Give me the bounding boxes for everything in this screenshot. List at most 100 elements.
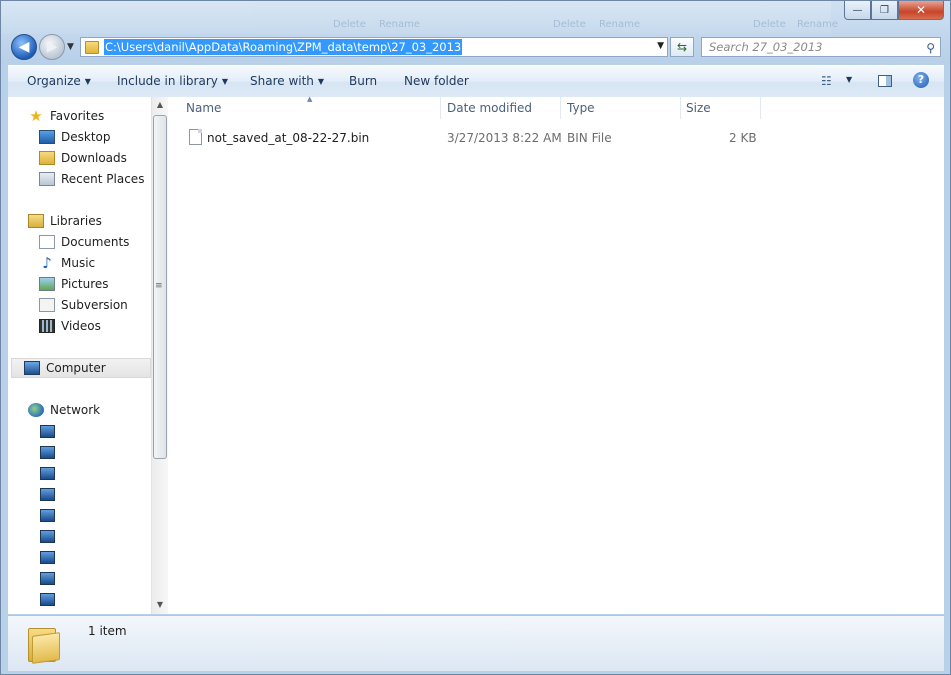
content-area: ★ Favorites Desktop Downloads Recent Plac…: [8, 95, 944, 614]
network-computer-icon[interactable]: [40, 488, 55, 501]
help-icon[interactable]: ?: [913, 72, 929, 88]
network-computer-icon[interactable]: [40, 530, 55, 543]
scroll-down-icon[interactable]: ▼: [152, 597, 168, 613]
libraries-icon: [28, 214, 44, 228]
sidebar-item-label: Music: [61, 256, 96, 270]
caption-buttons: — ❐ ✕: [844, 1, 944, 20]
desktop-icon: [39, 130, 55, 144]
sidebar-item-libraries[interactable]: Libraries: [28, 211, 102, 231]
column-divider[interactable]: [680, 97, 681, 119]
item-count: 1 item: [88, 624, 127, 638]
network-computer-icon[interactable]: [40, 446, 55, 459]
share-with-button[interactable]: Share with ▼: [250, 74, 324, 88]
column-header-date-modified[interactable]: Date modified: [447, 101, 532, 115]
share-with-label: Share with: [250, 74, 314, 88]
ghost-label: Delete: [753, 19, 786, 30]
close-button[interactable]: ✕: [898, 1, 944, 20]
column-divider[interactable]: [760, 97, 761, 119]
ghost-label: Rename: [599, 19, 641, 30]
sidebar-item-computer[interactable]: Computer: [11, 358, 151, 378]
organize-button[interactable]: Organize ▼: [27, 74, 91, 88]
search-input[interactable]: Search 27_03_2013 ⚲: [701, 37, 941, 57]
sidebar-item-label: Pictures: [61, 277, 109, 291]
network-computer-icon[interactable]: [40, 509, 55, 522]
file-row[interactable]: not_saved_at_08-22-27.bin 3/27/2013 8:22…: [168, 127, 768, 149]
folder-icon: [85, 40, 99, 54]
sidebar-item-downloads[interactable]: Downloads: [39, 148, 127, 168]
address-bar[interactable]: C:\Users\danil\AppData\Roaming\ZPM_data\…: [80, 37, 668, 57]
network-computer-icon[interactable]: [40, 551, 55, 564]
videos-icon: [39, 319, 55, 333]
sidebar-item-label: Favorites: [50, 109, 105, 123]
sidebar-item-subversion[interactable]: Subversion: [39, 295, 128, 315]
network-computer-icon[interactable]: [40, 467, 55, 480]
new-folder-button[interactable]: New folder: [404, 74, 469, 88]
maximize-button[interactable]: ❐: [871, 1, 898, 20]
sidebar-item-label: Documents: [61, 235, 130, 249]
include-in-library-button[interactable]: Include in library ▼: [117, 74, 228, 88]
forward-arrow-icon: ▶: [46, 39, 58, 55]
file-icon: [189, 129, 202, 145]
sidebar-item-videos[interactable]: Videos: [39, 316, 101, 336]
file-type: BIN File: [567, 131, 612, 145]
column-divider[interactable]: [440, 97, 441, 119]
sidebar-item-pictures[interactable]: Pictures: [39, 274, 109, 294]
search-icon[interactable]: ⚲: [926, 39, 935, 57]
sidebar-item-favorites[interactable]: ★ Favorites: [28, 106, 104, 126]
ghost-label: Delete: [553, 19, 586, 30]
sidebar-item-label: Subversion: [61, 298, 128, 312]
sidebar-item-music[interactable]: ♪ Music: [39, 253, 95, 273]
chevron-down-icon: ▼: [221, 77, 229, 86]
music-note-icon: ♪: [42, 254, 52, 272]
navigation-pane-scrollbar[interactable]: ▲ ≡ ▼: [151, 97, 168, 614]
navigation-pane: ★ Favorites Desktop Downloads Recent Plac…: [8, 97, 151, 614]
downloads-folder-icon: [39, 151, 55, 165]
column-divider[interactable]: [560, 97, 561, 119]
subversion-library-icon: [39, 298, 55, 312]
column-header-type[interactable]: Type: [567, 101, 595, 115]
network-icon: [28, 403, 44, 417]
background-window-strip: Delete Rename Delete Rename Delete Renam…: [1, 1, 838, 34]
forward-button[interactable]: ▶: [39, 34, 65, 60]
search-placeholder: Search 27_03_2013: [709, 40, 823, 54]
back-button[interactable]: ◀: [11, 34, 37, 60]
sidebar-item-documents[interactable]: Documents: [39, 232, 129, 252]
command-bar: Organize ▼ Include in library ▼ Share with…: [8, 65, 944, 98]
sidebar-item-label: Videos: [61, 319, 101, 333]
sort-ascending-icon: ▲: [307, 95, 313, 103]
burn-button[interactable]: Burn: [349, 74, 377, 88]
redacted-area: [58, 419, 128, 609]
address-path[interactable]: C:\Users\danil\AppData\Roaming\ZPM_data\…: [104, 39, 463, 55]
chevron-down-icon: ▼: [317, 77, 325, 86]
network-computer-icon[interactable]: [40, 425, 55, 438]
ghost-label: Delete: [333, 19, 366, 30]
file-list: ▲ Name Date modified Type Size not_saved…: [168, 95, 944, 614]
sidebar-item-label: Desktop: [61, 130, 111, 144]
sidebar-item-desktop[interactable]: Desktop: [39, 127, 111, 147]
file-date-modified: 3/27/2013 8:22 AM: [447, 131, 562, 145]
recent-pages-dropdown[interactable]: ▼: [67, 42, 74, 52]
include-in-library-label: Include in library: [117, 74, 218, 88]
sidebar-item-label: Computer: [46, 361, 106, 375]
file-size: 2 KB: [729, 131, 757, 145]
preview-pane-icon[interactable]: [878, 75, 892, 87]
sidebar-item-network[interactable]: Network: [28, 400, 100, 420]
column-header-size[interactable]: Size: [686, 101, 711, 115]
scroll-up-icon[interactable]: ▲: [152, 97, 168, 113]
navigation-bar: ◀ ▶ ▼ C:\Users\danil\AppData\Roaming\ZPM…: [1, 34, 950, 62]
network-computer-icon[interactable]: [40, 593, 55, 606]
minimize-button[interactable]: —: [844, 1, 871, 20]
chevron-down-icon[interactable]: ▼: [657, 41, 664, 51]
pictures-icon: [39, 277, 55, 291]
ghost-label: Rename: [379, 19, 421, 30]
sidebar-item-recent-places[interactable]: Recent Places: [39, 169, 144, 189]
view-options-icon[interactable]: ☷: [821, 74, 832, 88]
chevron-down-icon: ▼: [84, 77, 91, 86]
network-computer-icon[interactable]: [40, 572, 55, 585]
refresh-button[interactable]: ⇆: [670, 37, 694, 57]
details-pane: 1 item: [8, 615, 944, 671]
column-header-name[interactable]: Name: [186, 101, 221, 115]
chevron-down-icon[interactable]: ▼: [846, 75, 852, 84]
sidebar-item-label: Network: [50, 403, 101, 417]
file-name: not_saved_at_08-22-27.bin: [207, 131, 370, 145]
